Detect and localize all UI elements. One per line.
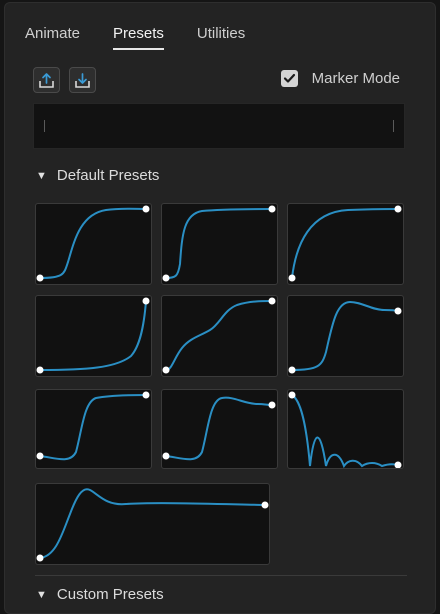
timeline-start-marker[interactable]: [44, 120, 45, 132]
tab-presets[interactable]: Presets: [113, 25, 164, 50]
custom-presets-title: Custom Presets: [56, 586, 164, 603]
default-presets-header[interactable]: ▼ Default Presets: [36, 167, 159, 184]
preset-overshoot-settle[interactable]: [161, 389, 278, 469]
preset-ease-out[interactable]: [287, 203, 404, 285]
collapse-triangle-icon: ▼: [36, 588, 47, 601]
marker-mode-checkbox[interactable]: [280, 70, 298, 87]
marker-mode-label: Marker Mode: [311, 70, 400, 87]
preset-ease-in-exponential[interactable]: [35, 295, 152, 377]
tab-utilities[interactable]: Utilities: [197, 25, 245, 50]
presets-panel: Animate Presets Utilities Marker Mode ▼ …: [4, 2, 436, 614]
checkmark-icon: [283, 73, 295, 83]
marker-timeline[interactable]: [33, 103, 405, 149]
download-button[interactable]: [69, 67, 96, 93]
section-divider: [35, 575, 407, 576]
tab-animate[interactable]: Animate: [25, 25, 80, 50]
timeline-end-marker[interactable]: [393, 120, 394, 132]
preset-bounce[interactable]: [287, 389, 404, 469]
custom-presets-header[interactable]: ▼ Custom Presets: [36, 586, 164, 603]
preset-two-step[interactable]: [161, 295, 278, 377]
preset-ease-in-out[interactable]: [35, 203, 152, 285]
collapse-triangle-icon: ▼: [36, 169, 47, 182]
marker-mode[interactable]: Marker Mode: [280, 70, 400, 87]
preset-ease-in-out-strong[interactable]: [161, 203, 278, 285]
default-presets-title: Default Presets: [56, 167, 160, 184]
download-icon: [75, 72, 90, 88]
preset-overshoot[interactable]: [287, 295, 404, 377]
preset-steep-in-out[interactable]: [35, 389, 152, 469]
upload-icon: [39, 72, 54, 88]
tab-bar: Animate Presets Utilities: [25, 25, 245, 50]
preset-elastic-wide[interactable]: [35, 483, 270, 565]
upload-button[interactable]: [33, 67, 60, 93]
